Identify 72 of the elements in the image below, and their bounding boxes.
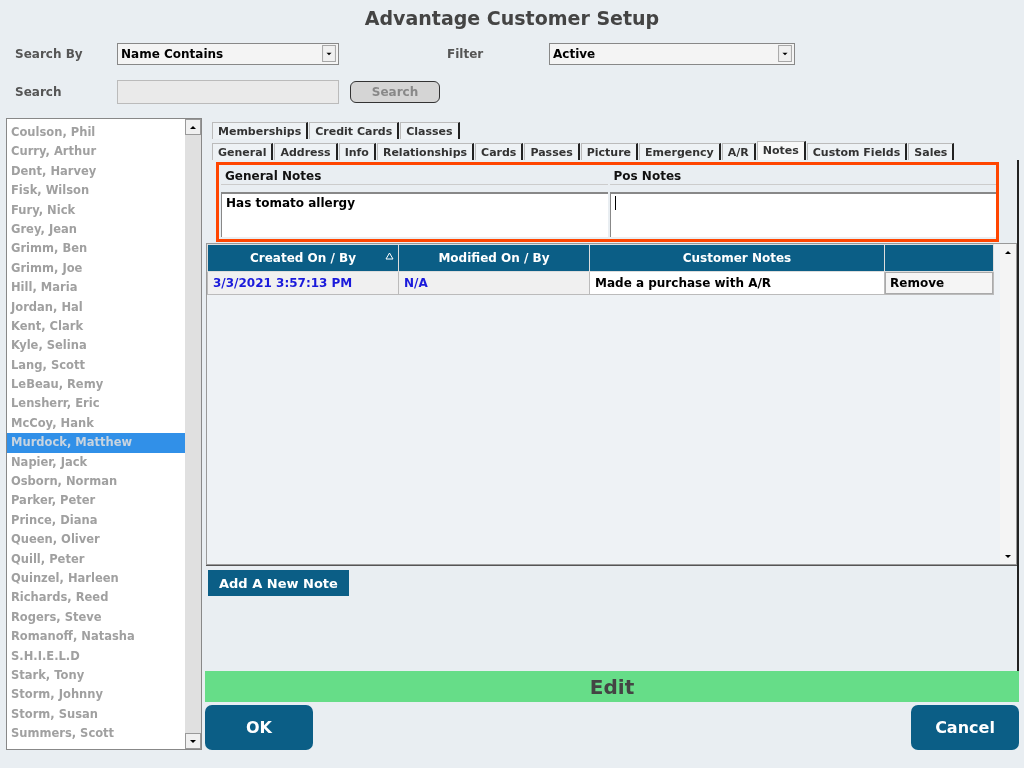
customer-list-item[interactable]: Hill, Maria (7, 278, 185, 298)
table-cell: Made a purchase with A/R (589, 271, 885, 295)
customer-list-item[interactable]: Lang, Scott (7, 355, 185, 376)
tab[interactable]: Credit Cards (309, 122, 400, 139)
customer-list-item[interactable]: Queen, Oliver (7, 530, 185, 550)
scroll-up-icon[interactable] (185, 119, 201, 135)
filter-label: Filter (447, 46, 485, 61)
customer-list-item[interactable]: Osborn, Norman (7, 472, 185, 492)
customer-list-item[interactable]: LeBeau, Remy (7, 375, 185, 395)
tab[interactable]: Custom Fields (806, 143, 908, 160)
tab[interactable]: Address (274, 143, 338, 160)
search-by-label: Search By (15, 46, 84, 61)
table-cell: 3/3/2021 3:57:13 PM (207, 271, 399, 295)
tab[interactable]: General (212, 143, 274, 160)
tab[interactable]: Passes (524, 143, 580, 160)
filter-dropdown[interactable]: Active (549, 42, 795, 65)
tab[interactable]: Notes (756, 141, 806, 160)
customer-list-item[interactable]: Jordan, Hal (7, 297, 185, 317)
customer-list-item[interactable]: Murdock, Matthew (7, 433, 185, 453)
tab[interactable]: Sales (908, 143, 955, 160)
customer-list-item[interactable]: S.H.I.E.L.D (7, 646, 185, 666)
column-header[interactable]: Created On / By (207, 244, 399, 272)
window-title: Advantage Customer Setup (363, 7, 661, 29)
search-button[interactable]: Search (350, 80, 440, 103)
customer-list-item[interactable]: Richards, Reed (7, 588, 185, 608)
customer-list-item[interactable]: Prince, Diana (7, 510, 185, 531)
pos-notes-label: Pos Notes (609, 168, 996, 185)
customer-list-item[interactable]: Storm, Susan (7, 704, 185, 725)
column-header[interactable]: Modified On / By (398, 244, 590, 272)
customer-list-item[interactable]: Dent, Harvey (7, 161, 185, 182)
scroll-down-icon[interactable] (185, 733, 201, 749)
customer-list-item[interactable]: Kent, Clark (7, 316, 185, 337)
search-field[interactable] (117, 79, 339, 104)
edit-bar[interactable]: Edit (205, 671, 1019, 702)
customer-list-item[interactable]: Grimm, Joe (7, 258, 185, 279)
tab[interactable]: A/R (721, 143, 756, 160)
customer-list-item[interactable]: McCoy, Hank (7, 413, 185, 434)
customer-list-item[interactable]: Fury, Nick (7, 200, 185, 220)
column-header[interactable]: Customer Notes (589, 244, 885, 272)
customer-list-item[interactable]: Curry, Arthur (7, 142, 185, 162)
search-label: Search (15, 84, 63, 99)
tab[interactable]: Info (338, 143, 376, 160)
customer-list-item[interactable]: Grey, Jean (7, 219, 185, 240)
general-notes-field[interactable]: Has tomato allergy (221, 192, 608, 237)
table-cell: N/A (398, 271, 590, 295)
customer-list-item[interactable]: Lensherr, Eric (7, 394, 185, 414)
customer-list-item[interactable]: Coulson, Phil (7, 123, 185, 143)
tab[interactable]: Emergency (639, 143, 721, 160)
customer-list-item[interactable]: Fisk, Wilson (7, 181, 185, 201)
sort-triangle-icon (385, 252, 394, 260)
search-by-dropdown[interactable]: Name Contains (117, 42, 339, 65)
customer-list-item[interactable]: Romanoff, Natasha (7, 627, 185, 647)
remove-button[interactable]: Remove (885, 272, 993, 294)
customer-list-item[interactable]: Storm, Johnny (7, 685, 185, 705)
customer-list-item[interactable]: Summers, Scott (7, 724, 185, 744)
tab[interactable]: Picture (580, 143, 639, 160)
customer-list-item[interactable]: Quill, Peter (7, 549, 185, 569)
customer-list-item[interactable]: Grimm, Ben (7, 239, 185, 259)
customer-list-item[interactable]: Napier, Jack (7, 452, 185, 473)
customer-list-item[interactable]: Stark, Tony (7, 665, 185, 686)
customer-list-item[interactable]: Quinzel, Harleen (7, 569, 185, 589)
tab[interactable]: Memberships (212, 122, 309, 139)
customer-list-item[interactable]: Rogers, Steve (7, 607, 185, 628)
customer-list-item[interactable]: Kyle, Selina (7, 336, 185, 356)
tab[interactable]: Classes (400, 122, 460, 139)
add-note-button[interactable]: Add A New Note (208, 570, 349, 596)
general-notes-label: General Notes (221, 168, 608, 185)
ok-button[interactable]: OK (205, 705, 313, 750)
cancel-button[interactable]: Cancel (911, 705, 1019, 750)
tab[interactable]: Relationships (376, 143, 475, 160)
tab[interactable]: Cards (475, 143, 524, 160)
customer-list-item[interactable]: Parker, Peter (7, 491, 185, 511)
